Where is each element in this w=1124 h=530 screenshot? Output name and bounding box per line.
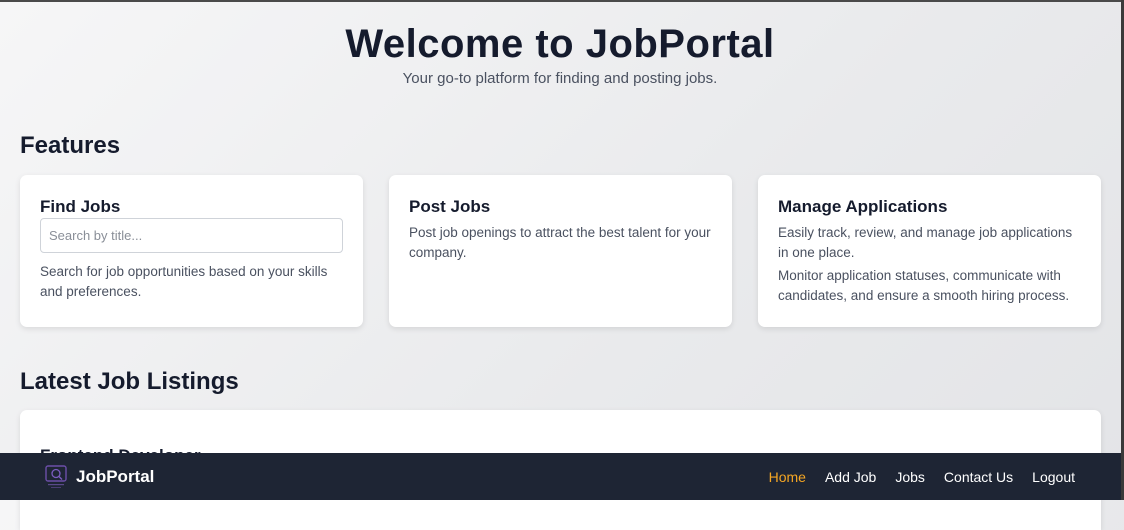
- brand-link[interactable]: JobPortal: [44, 464, 154, 490]
- nav-link-home[interactable]: Home: [769, 469, 806, 485]
- hero: Welcome to JobPortal Your go-to platform…: [0, 20, 1120, 87]
- latest-listings-heading: Latest Job Listings: [20, 368, 239, 395]
- portal-logo-icon: [45, 464, 67, 488]
- feature-card-title: Post Jobs: [409, 197, 491, 216]
- job-search-input[interactable]: [40, 218, 343, 253]
- page-title: Welcome to JobPortal: [345, 22, 775, 66]
- feature-card-description: Post job openings to attract the best ta…: [409, 225, 711, 260]
- features-heading: Features: [20, 132, 121, 159]
- window-top-edge: [0, 0, 1124, 2]
- feature-card-title: Find Jobs: [40, 197, 121, 216]
- nav-link-add-job[interactable]: Add Job: [825, 469, 876, 485]
- feature-card-description: Search for job opportunities based on yo…: [40, 264, 328, 299]
- feature-card-description-extra: Monitor application statuses, communicat…: [778, 268, 1070, 303]
- feature-card-manage-applications: Manage Applications Easily track, review…: [758, 175, 1101, 327]
- nav-link-jobs[interactable]: Jobs: [895, 469, 925, 485]
- nav-links: Home Add Job Jobs Contact Us Logout: [769, 469, 1075, 485]
- brand-name: JobPortal: [76, 466, 155, 486]
- feature-card-description: Easily track, review, and manage job app…: [778, 225, 1073, 260]
- nav-link-logout[interactable]: Logout: [1032, 469, 1075, 485]
- feature-card-find-jobs: Find Jobs Search for job opportunities b…: [20, 175, 363, 327]
- nav-link-contact-us[interactable]: Contact Us: [944, 469, 1013, 485]
- page-subtitle: Your go-to platform for finding and post…: [402, 70, 718, 87]
- feature-card-title: Manage Applications: [778, 197, 948, 216]
- bottom-navbar: JobPortal Home Add Job Jobs Contact Us L…: [0, 453, 1121, 500]
- feature-card-post-jobs: Post Jobs Post job openings to attract t…: [389, 175, 732, 327]
